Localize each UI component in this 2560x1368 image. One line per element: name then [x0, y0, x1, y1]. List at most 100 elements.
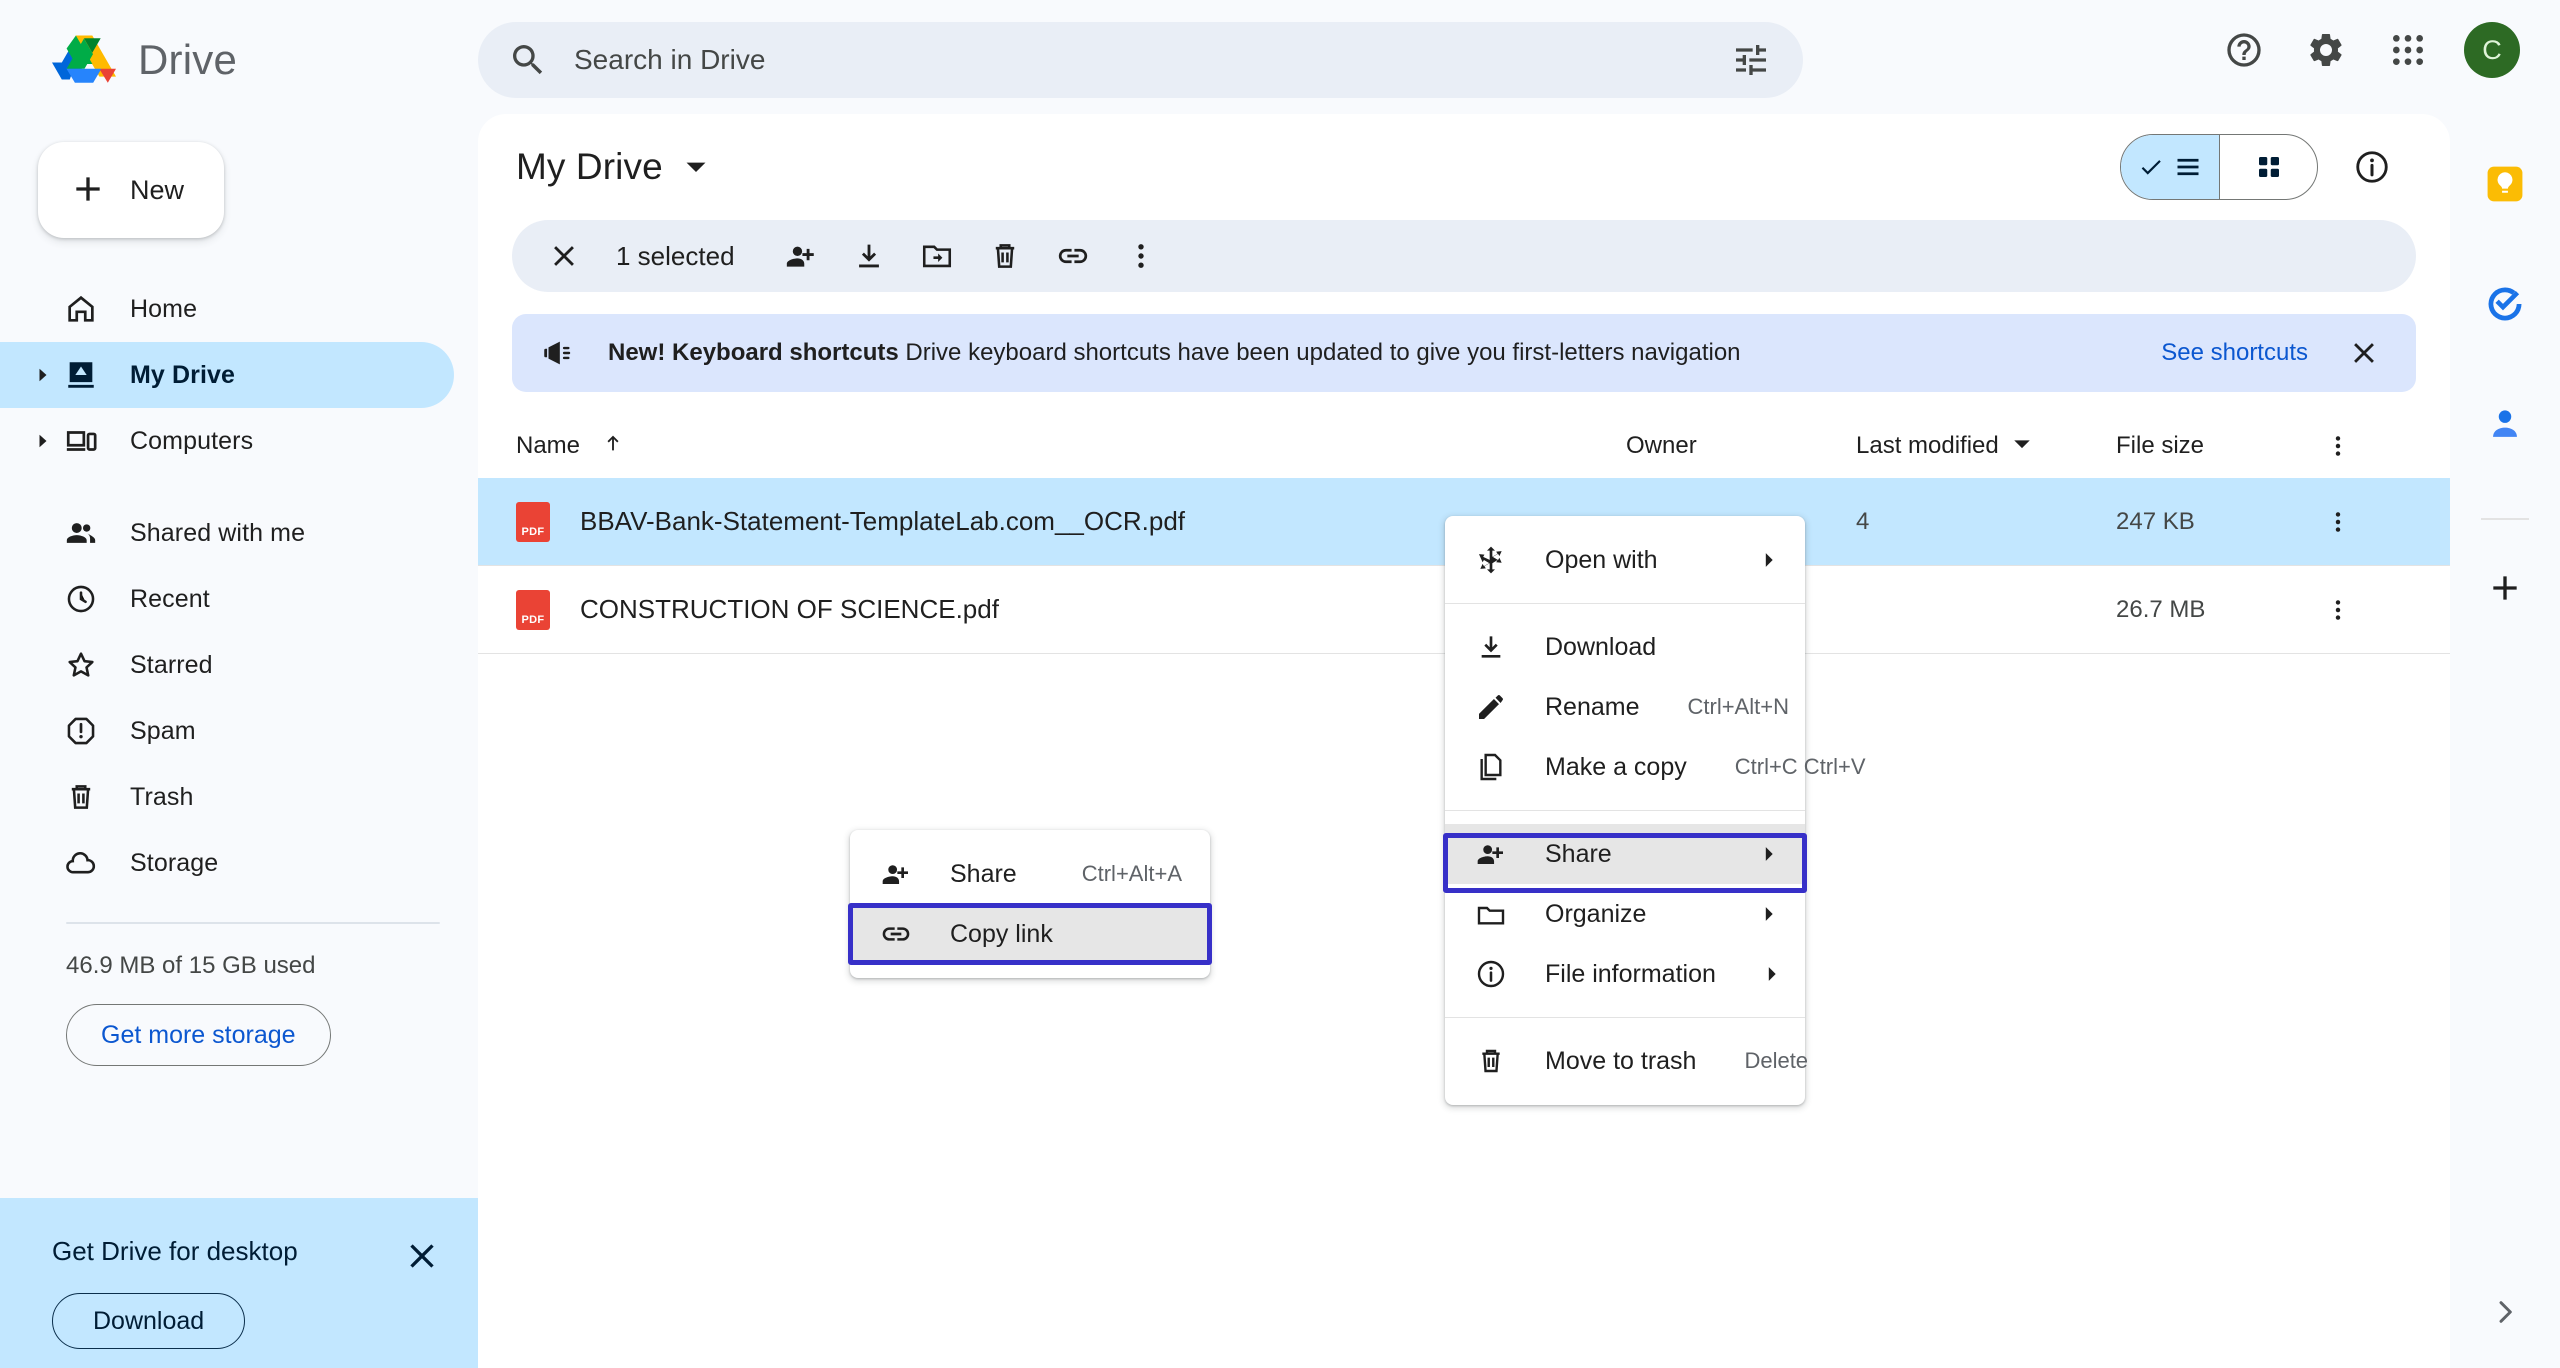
menu-item-share[interactable]: Share [1445, 824, 1805, 884]
menu-item-label: Organize [1545, 899, 1647, 928]
plus-icon[interactable] [2471, 554, 2539, 622]
close-icon[interactable] [534, 226, 594, 286]
menu-item-label: Move to trash [1545, 1046, 1697, 1075]
contacts-icon[interactable] [2471, 390, 2539, 458]
see-shortcuts-link[interactable]: See shortcuts [2161, 339, 2308, 367]
list-view-icon[interactable] [2121, 135, 2219, 199]
menu-item-shortcut: Ctrl+C Ctrl+V [1734, 754, 1866, 779]
close-icon[interactable] [2342, 331, 2386, 375]
cloud-icon [60, 846, 102, 880]
sidebar-item-label: Storage [130, 848, 219, 877]
sidebar-item-my-drive[interactable]: My Drive [0, 342, 454, 408]
expand-caret-icon[interactable] [30, 368, 56, 382]
search-icon [508, 40, 548, 80]
size-cell: 26.7 MB [2116, 595, 2206, 623]
sidebar-item-shared-with-me[interactable]: Shared with me [0, 500, 454, 566]
info-icon[interactable] [2340, 135, 2404, 199]
expand-caret-icon[interactable] [30, 434, 56, 448]
new-button-label: New [130, 174, 185, 205]
header-right-actions [2120, 134, 2404, 200]
arrow-up-icon [602, 432, 624, 461]
move-to-folder-icon[interactable] [907, 226, 967, 286]
share-icon[interactable] [771, 226, 831, 286]
sidebar-nav: Home My Drive Computers Shared with me R… [0, 276, 480, 1066]
rail-divider [2481, 518, 2529, 520]
submenu-item-shortcut: Ctrl+Alt+A [1081, 861, 1182, 886]
link-icon[interactable] [1043, 226, 1103, 286]
clock-icon [60, 582, 102, 616]
table-header-row: Name Owner Last modified File size [478, 414, 2450, 478]
sidebar-item-label: Starred [130, 650, 213, 679]
folder-icon [1475, 898, 1519, 930]
column-label: Name [516, 432, 581, 459]
menu-item-open-with[interactable]: Open with [1445, 530, 1805, 590]
spam-icon [60, 714, 102, 748]
selection-count: 1 selected [616, 240, 735, 271]
column-header-owner[interactable]: Owner [1626, 432, 1856, 460]
menu-item-file-information[interactable]: File information [1445, 944, 1805, 1004]
keep-icon[interactable] [2471, 150, 2539, 218]
more-vert-icon[interactable] [2306, 432, 2370, 460]
help-icon[interactable] [2212, 18, 2276, 82]
sidebar-item-label: Spam [130, 716, 196, 745]
sidebar-item-label: Shared with me [130, 518, 306, 547]
sidebar-item-starred[interactable]: Starred [0, 632, 454, 698]
column-header-last-modified[interactable]: Last modified [1856, 432, 2116, 460]
promo-download-button[interactable]: Download [52, 1293, 246, 1349]
tune-icon[interactable] [1727, 36, 1775, 84]
close-icon[interactable] [402, 1236, 442, 1276]
trash-icon [60, 780, 102, 814]
submenu-arrow-icon [1713, 846, 1777, 862]
size-cell: 247 KB [2116, 507, 2195, 535]
pencil-icon [1475, 691, 1519, 723]
tasks-icon[interactable] [2471, 270, 2539, 338]
file-context-menu: Open with Download Rename Ctrl+Alt+N Mak… [1445, 516, 1866, 1105]
menu-item-download[interactable]: Download [1445, 617, 1805, 677]
apps-grid-icon[interactable] [2376, 18, 2440, 82]
menu-item-rename[interactable]: Rename Ctrl+Alt+N [1445, 677, 1805, 737]
sidebar-item-home[interactable]: Home [0, 276, 454, 342]
more-vert-icon[interactable] [1111, 226, 1171, 286]
computers-icon [60, 424, 102, 458]
sidebar-item-spam[interactable]: Spam [0, 698, 454, 764]
menu-item-label: Download [1545, 632, 1657, 661]
download-icon[interactable] [839, 226, 899, 286]
submenu-item-label: Copy link [950, 919, 1053, 948]
pdf-icon: PDF [516, 589, 550, 630]
column-header-file-size[interactable]: File size [2116, 432, 2306, 460]
sidebar-item-trash[interactable]: Trash [0, 764, 454, 830]
brand[interactable]: Drive [0, 32, 480, 89]
pdf-icon: PDF [516, 501, 550, 542]
link-icon [880, 918, 924, 950]
drive-logo-icon [52, 32, 116, 89]
search-input[interactable] [548, 44, 1727, 76]
sidebar-item-storage[interactable]: Storage [0, 830, 454, 896]
share-icon [1475, 838, 1519, 870]
menu-item-move-to-trash[interactable]: Move to trash Delete [1445, 1031, 1809, 1091]
gear-icon[interactable] [2294, 18, 2358, 82]
chevron-right-icon[interactable] [2477, 1284, 2533, 1340]
share-icon [880, 858, 924, 890]
get-more-storage-button[interactable]: Get more storage [66, 1004, 331, 1066]
sidebar-item-computers[interactable]: Computers [0, 408, 454, 474]
info-icon [1475, 958, 1519, 990]
submenu-item-share[interactable]: Share Ctrl+Alt+A [850, 844, 1210, 904]
sidebar-item-recent[interactable]: Recent [0, 566, 454, 632]
submenu-item-copy-link[interactable]: Copy link [850, 904, 1210, 964]
row-more-vert-icon[interactable] [2306, 581, 2370, 639]
trash-icon [1475, 1045, 1519, 1077]
search-bar[interactable] [478, 22, 1803, 98]
new-button[interactable]: New [38, 142, 224, 238]
grid-view-icon[interactable] [2219, 135, 2317, 199]
column-header-name[interactable]: Name [516, 432, 1626, 461]
menu-item-organize[interactable]: Organize [1445, 884, 1805, 944]
menu-separator [1445, 1017, 1805, 1018]
menu-item-shortcut: Delete [1744, 1048, 1809, 1073]
avatar[interactable]: C [2464, 22, 2520, 78]
sidebar-item-label: Recent [130, 584, 210, 613]
menu-item-make-a-copy[interactable]: Make a copy Ctrl+C Ctrl+V [1445, 737, 1866, 797]
trash-icon[interactable] [975, 226, 1035, 286]
sidebar-item-label: My Drive [130, 360, 236, 389]
chevron-down-icon[interactable] [685, 156, 707, 178]
row-more-vert-icon[interactable] [2306, 493, 2370, 551]
